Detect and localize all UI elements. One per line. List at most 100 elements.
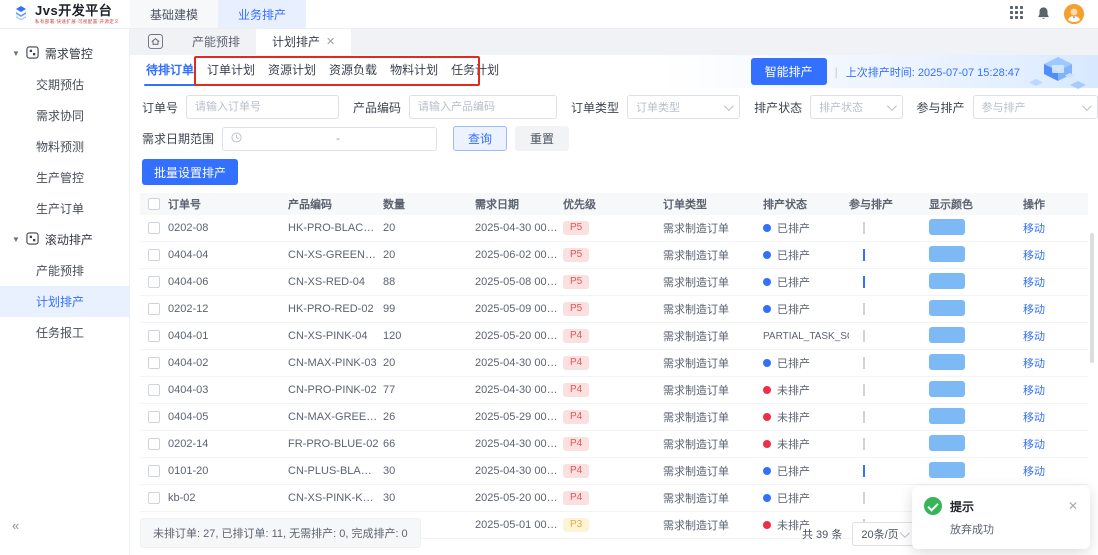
participate-checkbox[interactable] xyxy=(863,438,865,450)
sidebar-item-任务报工[interactable]: 任务报工 xyxy=(0,317,129,348)
cell-priority: P5 xyxy=(563,275,663,289)
home-icon[interactable] xyxy=(142,33,168,51)
row-checkbox[interactable] xyxy=(148,222,160,234)
row-checkbox[interactable] xyxy=(148,276,160,288)
move-action-link[interactable]: 移动 xyxy=(1023,247,1088,263)
top-nav-tab[interactable]: 业务排产 xyxy=(218,0,306,28)
display-color-swatch[interactable] xyxy=(929,435,965,451)
participate-checkbox[interactable] xyxy=(863,222,865,234)
sidebar-item-产能预排[interactable]: 产能预排 xyxy=(0,255,129,286)
top-nav-tab[interactable]: 基础建模 xyxy=(130,0,218,28)
cell-status: 未排产 xyxy=(763,409,849,425)
display-color-swatch[interactable] xyxy=(929,408,965,424)
sidebar-item-生产管控[interactable]: 生产管控 xyxy=(0,162,129,193)
sidebar-group-label: 滚动排产 xyxy=(45,231,93,248)
date-range-input[interactable]: - xyxy=(222,127,437,151)
workspace-tab[interactable]: 产能预排 xyxy=(176,28,256,55)
move-action-link[interactable]: 移动 xyxy=(1023,436,1088,452)
display-color-swatch[interactable] xyxy=(929,327,965,343)
row-checkbox[interactable] xyxy=(148,357,160,369)
priority-badge: P4 xyxy=(563,410,589,424)
move-action-link[interactable]: 移动 xyxy=(1023,328,1088,344)
column-header: 显示颜色 xyxy=(929,196,1023,212)
cell-order-type: 需求制造订单 xyxy=(663,274,763,290)
search-button[interactable]: 查询 xyxy=(453,126,507,151)
status-dot xyxy=(763,278,771,286)
select-all-checkbox[interactable] xyxy=(148,198,160,210)
move-action-link[interactable]: 移动 xyxy=(1023,409,1088,425)
sidebar-item-需求协同[interactable]: 需求协同 xyxy=(0,100,129,131)
display-color-swatch[interactable] xyxy=(929,381,965,397)
display-color-swatch[interactable] xyxy=(929,273,965,289)
row-checkbox[interactable] xyxy=(148,330,160,342)
cell-order-type: 需求制造订单 xyxy=(663,220,763,236)
display-color-swatch[interactable] xyxy=(929,354,965,370)
display-color-swatch[interactable] xyxy=(929,246,965,262)
page-size-select[interactable]: 20条/页 xyxy=(852,522,916,546)
row-checkbox[interactable] xyxy=(148,492,160,504)
participate-checkbox[interactable] xyxy=(863,276,865,288)
sidebar-item-计划排产[interactable]: 计划排产 xyxy=(0,286,129,317)
participate-checkbox[interactable] xyxy=(863,384,865,396)
move-action-link[interactable]: 移动 xyxy=(1023,355,1088,371)
table-row: 0404-03CN-PRO-PINK-02772025-04-30 00:00:… xyxy=(140,377,1088,404)
row-checkbox[interactable] xyxy=(148,438,160,450)
participate-checkbox[interactable] xyxy=(863,465,865,477)
column-header: 数量 xyxy=(383,196,475,212)
participate-checkbox[interactable] xyxy=(863,330,865,342)
smart-schedule-button[interactable]: 智能排产 xyxy=(751,58,827,85)
sidebar-collapse-button[interactable]: « xyxy=(12,518,19,533)
row-checkbox[interactable] xyxy=(148,384,160,396)
sidebar-item-生产订单[interactable]: 生产订单 xyxy=(0,193,129,224)
participate-checkbox[interactable] xyxy=(863,492,865,504)
sidebar-item-交期预估[interactable]: 交期预估 xyxy=(0,69,129,100)
schedule-status-select[interactable]: 排产状态 xyxy=(810,95,902,119)
module-tab[interactable]: 待排订单 xyxy=(144,55,196,88)
participate-checkbox[interactable] xyxy=(863,303,865,315)
move-action-link[interactable]: 移动 xyxy=(1023,463,1088,479)
row-checkbox[interactable] xyxy=(148,411,160,423)
user-avatar[interactable] xyxy=(1064,4,1084,24)
move-action-link[interactable]: 移动 xyxy=(1023,274,1088,290)
workspace-tab-label: 产能预排 xyxy=(192,33,240,50)
move-action-link[interactable]: 移动 xyxy=(1023,382,1088,398)
bell-icon[interactable] xyxy=(1037,6,1050,23)
move-action-link[interactable]: 移动 xyxy=(1023,301,1088,317)
cube-illustration xyxy=(1028,53,1090,96)
row-checkbox[interactable] xyxy=(148,465,160,477)
product-code-input[interactable] xyxy=(409,95,557,119)
participate-checkbox[interactable] xyxy=(863,249,865,261)
table-row: 0404-02CN-MAX-PINK-03202025-04-30 00:00:… xyxy=(140,350,1088,377)
product-code-label: 产品编码 xyxy=(353,99,401,116)
apps-grid-icon[interactable] xyxy=(1010,6,1023,22)
module-tab[interactable]: 资源计划 xyxy=(266,55,318,88)
module-tab[interactable]: 物料计划 xyxy=(388,55,440,88)
order-type-select[interactable]: 订单类型 xyxy=(627,95,740,119)
tab-close-icon[interactable]: ✕ xyxy=(326,35,335,48)
participate-checkbox[interactable] xyxy=(863,357,865,369)
display-color-swatch[interactable] xyxy=(929,219,965,235)
display-color-swatch[interactable] xyxy=(929,462,965,478)
total-count: 共 39 条 xyxy=(802,526,842,542)
table-scrollbar[interactable] xyxy=(1090,233,1094,363)
module-tab[interactable]: 任务计划 xyxy=(449,55,501,88)
display-color-swatch[interactable] xyxy=(929,300,965,316)
sidebar-group[interactable]: ▼滚动排产 xyxy=(0,224,129,255)
row-checkbox[interactable] xyxy=(148,303,160,315)
app-tagline: 私有部署·快速扩展·可视配置·开源定义 xyxy=(35,19,119,25)
participate-checkbox[interactable] xyxy=(863,411,865,423)
sidebar-item-物料预测[interactable]: 物料预测 xyxy=(0,131,129,162)
batch-schedule-button[interactable]: 批量设置排产 xyxy=(142,159,238,185)
module-tab[interactable]: 资源负载 xyxy=(327,55,379,88)
table-row: 0101-20CN-PLUS-BLACK-01302025-04-30 00:0… xyxy=(140,458,1088,485)
reset-button[interactable]: 重置 xyxy=(515,126,569,151)
row-checkbox[interactable] xyxy=(148,249,160,261)
participate-select[interactable]: 参与排产 xyxy=(973,95,1098,119)
sidebar-group[interactable]: ▼需求管控 xyxy=(0,38,129,69)
cell-status: 已排产 xyxy=(763,301,849,317)
toast-close-icon[interactable]: ✕ xyxy=(1068,499,1078,513)
move-action-link[interactable]: 移动 xyxy=(1023,220,1088,236)
module-tab[interactable]: 订单计划 xyxy=(205,55,257,88)
workspace-tab[interactable]: 计划排产✕ xyxy=(256,28,351,55)
order-no-input[interactable] xyxy=(186,95,339,119)
